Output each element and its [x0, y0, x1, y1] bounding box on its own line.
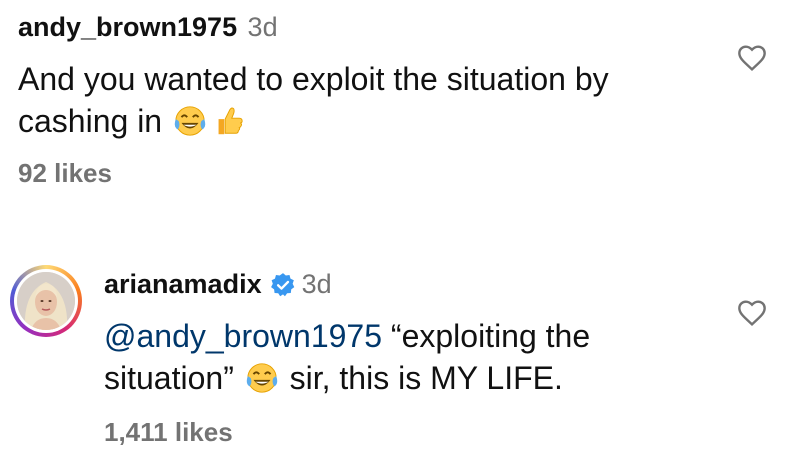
profile-photo-icon: [17, 272, 75, 330]
comment-text-part2: sir, this is MY LIFE.: [280, 360, 563, 396]
heart-icon[interactable]: [736, 42, 768, 74]
comment-timestamp[interactable]: 3d: [302, 269, 332, 300]
heart-icon[interactable]: [736, 297, 768, 329]
face-with-tears-of-joy-icon: [246, 363, 277, 393]
thumbs-up-icon: [218, 107, 243, 135]
comment-like-count[interactable]: 1,411 likes: [104, 417, 233, 448]
comment-arianamadix: arianamadix 3d @andy_brown1975 “exploiti…: [0, 255, 800, 463]
comment-header: arianamadix 3d: [104, 269, 332, 300]
face-with-tears-of-joy-icon: [174, 106, 206, 136]
comment-header: andy_brown1975 3d: [18, 12, 278, 43]
comment-text-content: And you wanted to exploit the situation …: [18, 61, 609, 139]
comment-username[interactable]: andy_brown1975: [18, 12, 237, 42]
mention-link[interactable]: @andy_brown1975: [104, 318, 382, 354]
comment-andy: andy_brown1975 3d And you wanted to expl…: [0, 0, 800, 215]
comment-text: And you wanted to exploit the situation …: [18, 58, 708, 142]
comment-like-count[interactable]: 92 likes: [18, 158, 112, 189]
comment-username[interactable]: arianamadix: [104, 269, 262, 300]
avatar[interactable]: [10, 265, 82, 337]
comment-text: @andy_brown1975 “exploiting the situatio…: [104, 315, 704, 399]
verified-badge-icon: [270, 272, 294, 296]
avatar-photo: [17, 272, 75, 330]
comment-timestamp[interactable]: 3d: [248, 12, 278, 42]
